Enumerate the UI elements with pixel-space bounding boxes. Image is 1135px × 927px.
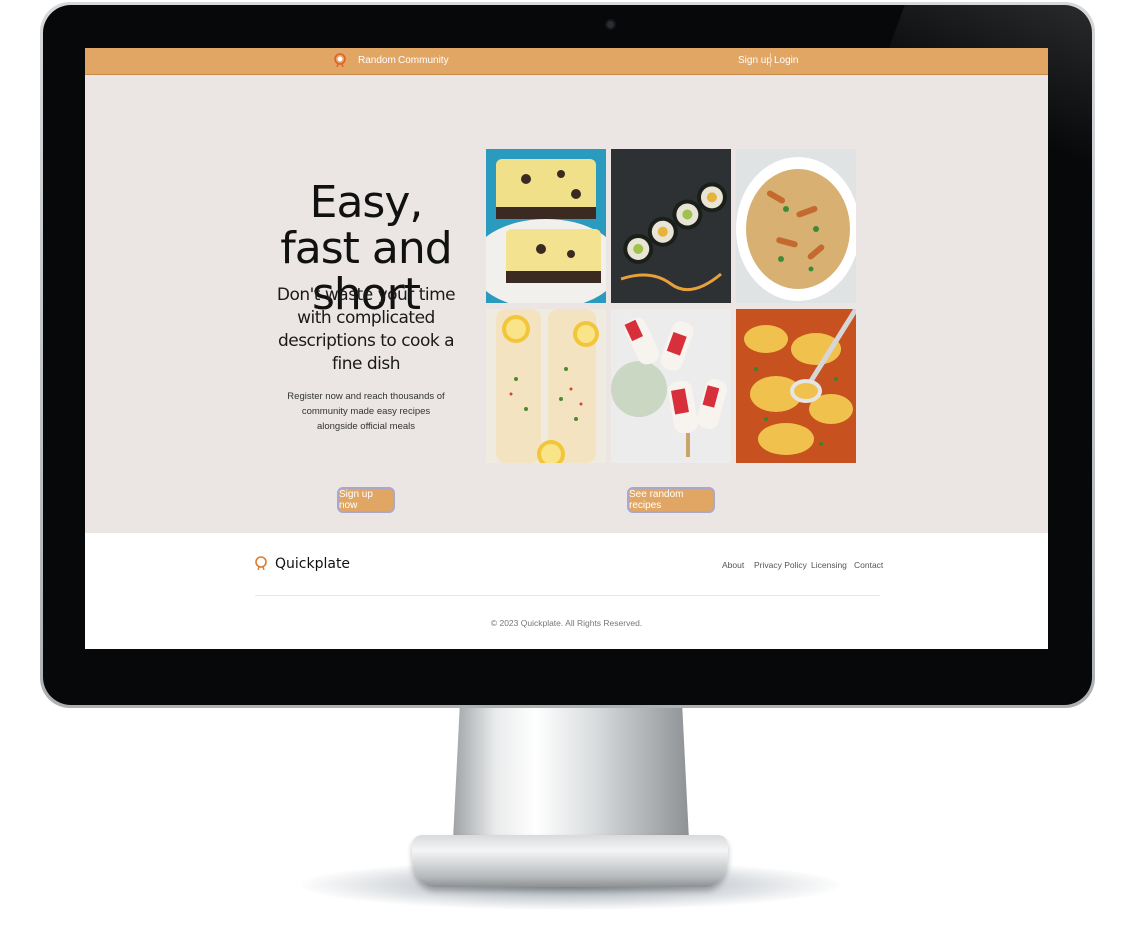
top-navbar: Random Community Sign up Login bbox=[85, 48, 1048, 75]
signup-now-button[interactable]: Sign up now bbox=[337, 487, 395, 513]
monitor-stand-neck bbox=[453, 700, 689, 840]
nav-signup[interactable]: Sign up bbox=[738, 55, 772, 66]
hero-description: Register now and reach thousands of comm… bbox=[287, 391, 445, 432]
hero-subtitle: Don't waste your time with complicated d… bbox=[276, 285, 456, 374]
footer-link-privacy-policy[interactable]: Privacy Policy bbox=[754, 560, 807, 570]
monitor-stand-base bbox=[412, 835, 728, 887]
footer-link-about[interactable]: About bbox=[722, 560, 744, 570]
gallery-image-pasta-casserole bbox=[736, 149, 856, 303]
footer-brand[interactable]: Quickplate bbox=[275, 556, 350, 572]
footer-link-contact[interactable]: Contact bbox=[854, 560, 883, 570]
footer-divider bbox=[255, 595, 880, 596]
food-gallery bbox=[486, 149, 856, 463]
gallery-image-sushi-rolls bbox=[611, 149, 731, 303]
footer-link-licensing[interactable]: Licensing bbox=[811, 560, 847, 570]
copyright-text: © 2023 Quickplate. All Rights Reserved. bbox=[490, 618, 643, 628]
see-random-recipes-button[interactable]: See random recipes bbox=[627, 487, 715, 513]
logo-icon[interactable] bbox=[334, 53, 346, 67]
site-footer: Quickplate About Privacy Policy Licensin… bbox=[85, 533, 1048, 649]
gallery-image-strawberry-popsicles bbox=[611, 309, 731, 463]
nav-random[interactable]: Random bbox=[358, 55, 396, 66]
nav-separator bbox=[770, 53, 771, 67]
browser-screen: Random Community Sign up Login Easy, fas… bbox=[85, 48, 1048, 649]
gallery-image-chocolate-chip-bars bbox=[486, 149, 606, 303]
gallery-image-lemon-fish-fillets bbox=[486, 309, 606, 463]
webcam-icon bbox=[607, 21, 614, 28]
gallery-image-baked-cheese-pasta bbox=[736, 309, 856, 463]
footer-logo-icon[interactable] bbox=[255, 556, 267, 570]
nav-community[interactable]: Community bbox=[398, 55, 449, 66]
nav-login[interactable]: Login bbox=[774, 55, 798, 66]
